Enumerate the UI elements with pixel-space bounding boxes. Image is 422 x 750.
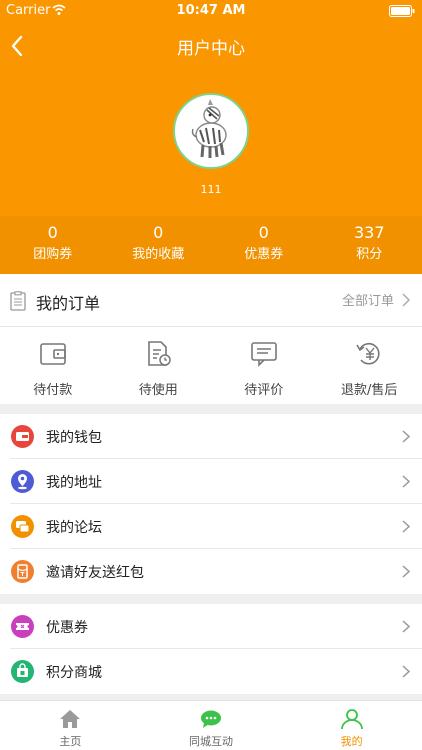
menu-item-coupons[interactable]: 优惠券 — [0, 604, 422, 649]
tab-city-interaction[interactable]: 同城互动 — [141, 701, 282, 750]
order-pending-use[interactable]: 待使用 — [106, 334, 212, 399]
tab-mine[interactable]: 我的 — [281, 701, 422, 750]
menu-item-label: 邀请好友送红包 — [46, 565, 144, 581]
menu-item-label: 我的钱包 — [46, 430, 102, 446]
order-label: 待使用 — [138, 383, 178, 398]
stat-value: 337 — [353, 223, 385, 242]
yen-refund-icon — [356, 342, 380, 365]
tab-label: 同城互动 — [189, 735, 233, 748]
menu-item-wallet[interactable]: 我的钱包 — [0, 414, 422, 459]
menu-item-label: 我的地址 — [46, 475, 102, 491]
menu-item-invite[interactable]: 邀请好友送红包 — [0, 549, 422, 594]
orders-header[interactable]: 我的订单 全部订单 — [0, 274, 422, 327]
menu-item-label: 优惠券 — [46, 620, 88, 636]
profile-header: Carrier 10:47 AM 用户中心 111 — [0, 0, 422, 216]
store-icon — [11, 660, 34, 683]
stat-label: 优惠券 — [244, 247, 284, 262]
all-orders-link[interactable]: 全部订单 — [342, 290, 394, 309]
stat-label: 积分 — [356, 247, 383, 262]
stat-value: 0 — [47, 223, 58, 242]
chat-bubbles-icon — [11, 515, 34, 538]
order-pending-review[interactable]: 待评价 — [211, 334, 317, 399]
order-pending-payment[interactable]: 待付款 — [0, 334, 106, 399]
zebra-avatar-icon — [191, 99, 227, 158]
tab-label: 主页 — [59, 735, 82, 748]
order-list-icon — [10, 291, 26, 311]
chevron-right-icon — [402, 620, 410, 633]
stat-group-coupons[interactable]: 0 团购券 — [0, 216, 106, 274]
chevron-right-icon — [402, 520, 410, 533]
menu-section-account: 我的钱包 我的地址 我的论坛 邀请好友送红包 — [0, 414, 422, 594]
chevron-right-icon — [402, 430, 410, 443]
location-pin-icon — [11, 470, 34, 493]
document-clock-icon — [148, 341, 171, 366]
red-packet-icon — [11, 560, 34, 583]
page-title: 用户中心 — [177, 39, 245, 59]
tab-label: 我的 — [340, 735, 363, 748]
username: 111 — [200, 183, 222, 196]
home-icon — [60, 710, 81, 728]
order-label: 退款/售后 — [341, 383, 398, 398]
avatar[interactable] — [173, 93, 249, 169]
stat-points[interactable]: 337 积分 — [317, 216, 422, 274]
comment-icon — [250, 342, 277, 367]
tab-home[interactable]: 主页 — [0, 701, 141, 750]
chevron-right-icon — [402, 475, 410, 488]
stat-coupons[interactable]: 0 优惠券 — [211, 216, 317, 274]
wallet-icon — [39, 343, 66, 365]
menu-item-forum[interactable]: 我的论坛 — [0, 504, 422, 549]
clock: 10:47 AM — [176, 3, 246, 18]
stat-label: 团购券 — [33, 247, 73, 262]
status-bar: Carrier 10:47 AM — [0, 0, 422, 22]
wallet-icon — [11, 425, 34, 448]
menu-item-points-mall[interactable]: 积分商城 — [0, 649, 422, 694]
stat-label: 我的收藏 — [132, 247, 185, 262]
tab-bar: 主页 同城互动 我的 — [0, 700, 422, 750]
order-label: 待付款 — [33, 383, 73, 398]
order-status-row: 待付款 待使用 待评价 退款/售后 — [0, 334, 422, 399]
order-label: 待评价 — [244, 383, 284, 398]
menu-item-label: 积分商城 — [46, 665, 102, 681]
stat-favorites[interactable]: 0 我的收藏 — [106, 216, 212, 274]
menu-item-label: 我的论坛 — [46, 520, 102, 536]
orders-title: 我的订单 — [36, 294, 101, 313]
chevron-right-icon — [402, 565, 410, 578]
menu-item-address[interactable]: 我的地址 — [0, 459, 422, 504]
order-refund[interactable]: 退款/售后 — [317, 334, 422, 399]
menu-section-rewards: 优惠券 积分商城 — [0, 604, 422, 694]
orders-panel: 我的订单 全部订单 待付款 待使用 待评价 退款/售后 — [0, 274, 422, 404]
ticket-icon — [11, 615, 34, 638]
battery-icon — [389, 5, 415, 17]
chevron-right-icon — [402, 665, 410, 678]
stat-value: 0 — [258, 223, 269, 242]
chevron-right-icon — [402, 293, 410, 307]
stat-value: 0 — [153, 223, 164, 242]
user-icon — [340, 709, 363, 730]
stats-bar: 0 团购券 0 我的收藏 0 优惠券 337 积分 — [0, 216, 422, 274]
chat-icon — [201, 710, 221, 728]
